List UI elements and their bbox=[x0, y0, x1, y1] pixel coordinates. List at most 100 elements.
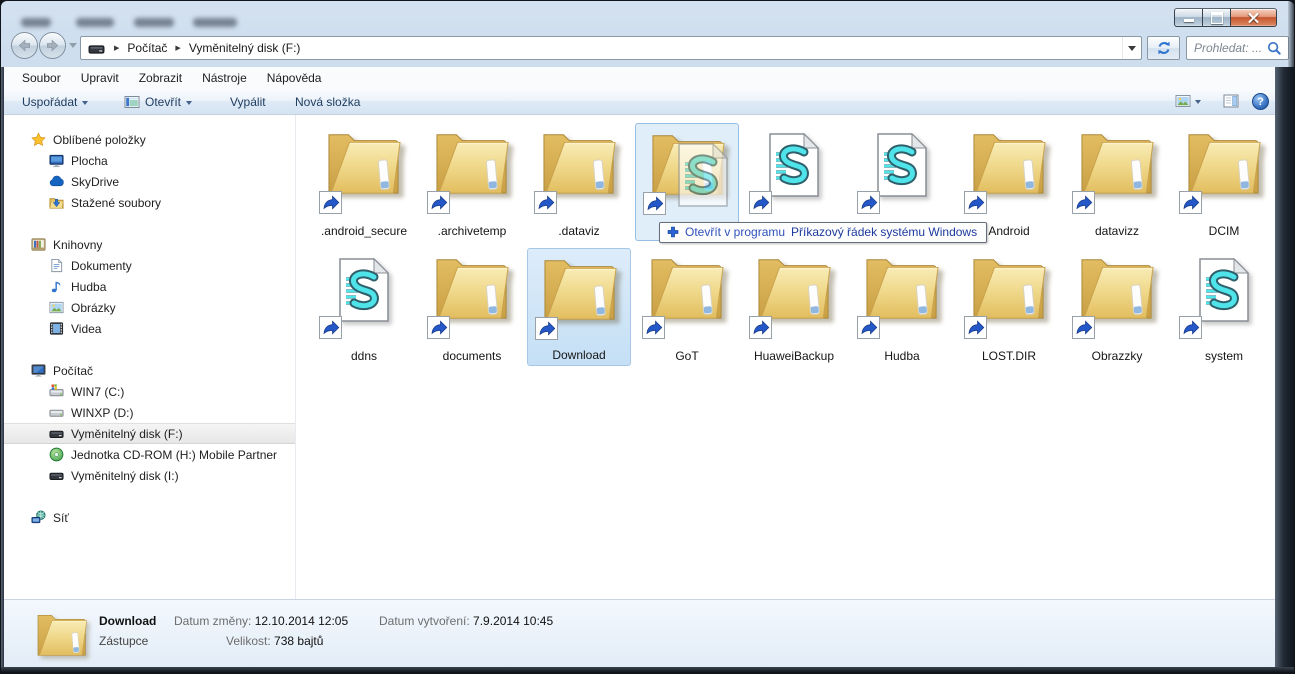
close-icon bbox=[1248, 12, 1259, 23]
plus-icon bbox=[667, 226, 679, 238]
menu-napoveda[interactable]: Nápověda bbox=[257, 68, 332, 88]
minimize-button[interactable] bbox=[1174, 8, 1203, 27]
shortcut-arrow-icon bbox=[1072, 191, 1095, 214]
explorer-window: ▶ Počítač ▶ Vyměnitelný disk (F:) Soubor… bbox=[0, 0, 1295, 674]
sidebar-item-label: Dokumenty bbox=[71, 258, 132, 273]
titlebar-ghost-text bbox=[193, 18, 237, 27]
file-item-label: .dataviz bbox=[558, 224, 600, 238]
address-bar[interactable]: ▶ Počítač ▶ Vyměnitelný disk (F:) bbox=[80, 36, 1142, 60]
address-history-dropdown[interactable] bbox=[1122, 37, 1141, 59]
file-item-dataviz[interactable]: .dataviz bbox=[527, 123, 631, 241]
new-folder-button[interactable]: Nová složka bbox=[287, 92, 368, 112]
sidebar-item-label: Plocha bbox=[71, 153, 108, 168]
file-item-label: Download bbox=[552, 348, 606, 362]
file-list[interactable]: Otevřít v programu Příkazový řádek systé… bbox=[297, 115, 1277, 599]
file-item-got[interactable]: GoT bbox=[635, 248, 739, 366]
sidebar-item-win7-c[interactable]: WIN7 (C:) bbox=[4, 381, 295, 402]
sidebar-item-skydrive[interactable]: SkyDrive bbox=[4, 171, 295, 192]
back-arrow-icon bbox=[17, 38, 32, 53]
sidebar-item-videa[interactable]: Videa bbox=[4, 318, 295, 339]
organize-button[interactable]: Uspořádat bbox=[14, 92, 96, 112]
titlebar-ghost-text bbox=[76, 18, 114, 27]
file-item-label: .archivetemp bbox=[437, 224, 507, 238]
breadcrumb-arrow-icon[interactable]: ▶ bbox=[107, 44, 126, 52]
menu-upravit[interactable]: Upravit bbox=[71, 68, 129, 88]
maximize-button[interactable] bbox=[1203, 8, 1231, 27]
close-button[interactable] bbox=[1231, 8, 1277, 27]
sidebar-item-label: Síť bbox=[53, 510, 69, 525]
file-item-documents[interactable]: documents bbox=[420, 248, 524, 366]
sidebar-item-vym-niteln-disk-i[interactable]: Vyměnitelný disk (I:) bbox=[4, 465, 295, 486]
breadcrumb-item-removable-disk[interactable]: Vyměnitelný disk (F:) bbox=[188, 41, 302, 55]
date-modified-value: 12.10.2014 12:05 bbox=[254, 614, 349, 628]
back-button[interactable] bbox=[11, 32, 38, 59]
details-file-type: Zástupce bbox=[99, 634, 149, 648]
open-button[interactable]: Otevřít bbox=[116, 92, 200, 112]
network-icon bbox=[31, 510, 46, 525]
file-item-ddns[interactable]: ddns bbox=[312, 248, 416, 366]
breadcrumb-arrow-icon[interactable]: ▶ bbox=[168, 44, 187, 52]
file-item-dcim[interactable]: DCIM bbox=[1172, 123, 1276, 241]
sidebar-item-label: SkyDrive bbox=[71, 174, 120, 189]
drive-icon bbox=[49, 405, 64, 420]
shortcut-arrow-icon bbox=[857, 191, 880, 214]
refresh-button[interactable] bbox=[1147, 36, 1180, 60]
file-item-hudba[interactable]: Hudba bbox=[850, 248, 954, 366]
folder-icon bbox=[753, 250, 835, 324]
titlebar-ghost-text bbox=[134, 18, 174, 27]
sidebar-item-po-ta[interactable]: Počítač bbox=[4, 360, 295, 381]
search-icon[interactable] bbox=[1267, 41, 1282, 56]
sidebar-item-dokumenty[interactable]: Dokumenty bbox=[4, 255, 295, 276]
date-created-label: Datum vytvoření: bbox=[379, 614, 470, 628]
file-item-label: Obrazzky bbox=[1091, 349, 1143, 363]
computer-icon bbox=[31, 363, 46, 378]
menu-nastroje[interactable]: Nástroje bbox=[192, 68, 257, 88]
sidebar-item-s[interactable]: Síť bbox=[4, 507, 295, 528]
details-size: Velikost: 738 bajtů bbox=[226, 634, 323, 648]
sidebar-item-obl-ben-polo-ky[interactable]: Oblíbené položky bbox=[4, 129, 295, 150]
shortcut-arrow-icon bbox=[643, 192, 666, 215]
sidebar-item-sta-en-soubory[interactable]: Stažené soubory bbox=[4, 192, 295, 213]
new-folder-label: Nová složka bbox=[295, 95, 361, 109]
shortcut-arrow-icon bbox=[534, 191, 557, 214]
search-input[interactable] bbox=[1187, 41, 1267, 55]
chevron-down-icon bbox=[186, 101, 193, 105]
file-item-lost-dir[interactable]: LOST.DIR bbox=[957, 248, 1061, 366]
folder-icon bbox=[968, 125, 1050, 199]
file-item-huaweibackup[interactable]: HuaweiBackup bbox=[742, 248, 846, 366]
shortcut-arrow-icon bbox=[535, 317, 558, 340]
sidebar-item-label: Počítač bbox=[53, 363, 94, 378]
breadcrumb-item-computer[interactable]: Počítač bbox=[126, 41, 168, 55]
recent-pages-dropdown[interactable] bbox=[69, 43, 77, 48]
file-item-system[interactable]: system bbox=[1172, 248, 1276, 366]
shortcut-arrow-icon bbox=[319, 316, 342, 339]
forward-button[interactable] bbox=[39, 32, 66, 59]
file-item-archivetemp[interactable]: .archivetemp bbox=[420, 123, 524, 241]
sidebar-item-knihovny[interactable]: Knihovny bbox=[4, 234, 295, 255]
skydrive-icon bbox=[49, 174, 64, 189]
sidebar-item-winxp-d[interactable]: WINXP (D:) bbox=[4, 402, 295, 423]
file-item-download[interactable]: Download bbox=[527, 248, 631, 366]
sidebar-item-plocha[interactable]: Plocha bbox=[4, 150, 295, 171]
titlebar[interactable] bbox=[1, 1, 1294, 29]
window-border bbox=[1, 667, 1294, 673]
sidebar-item-vym-niteln-disk-f[interactable]: Vyměnitelný disk (F:) bbox=[4, 423, 295, 444]
sidebar-item-obr-zky[interactable]: Obrázky bbox=[4, 297, 295, 318]
file-item-label: LOST.DIR bbox=[981, 349, 1036, 363]
sidebar-item-label: Vyměnitelný disk (I:) bbox=[71, 468, 179, 483]
help-button[interactable]: ? bbox=[1252, 93, 1269, 110]
chevron-down-icon bbox=[82, 101, 89, 105]
menu-zobrazit[interactable]: Zobrazit bbox=[129, 68, 192, 88]
burn-button[interactable]: Vypálit bbox=[222, 92, 274, 112]
file-item-android-secure[interactable]: .android_secure bbox=[312, 123, 416, 241]
file-item-datavizz[interactable]: datavizz bbox=[1065, 123, 1169, 241]
preview-pane-button[interactable] bbox=[1223, 93, 1239, 109]
sidebar-item-hudba[interactable]: Hudba bbox=[4, 276, 295, 297]
details-pane: Download Zástupce Datum změny: 12.10.201… bbox=[4, 599, 1277, 669]
views-button[interactable] bbox=[1175, 93, 1201, 109]
open-icon bbox=[124, 94, 140, 110]
file-item-obrazzky[interactable]: Obrazzky bbox=[1065, 248, 1169, 366]
sidebar-item-jednotka-cd-rom-h-mobile-partner[interactable]: Jednotka CD-ROM (H:) Mobile Partner bbox=[4, 444, 295, 465]
menu-soubor[interactable]: Soubor bbox=[12, 68, 71, 88]
search-box[interactable] bbox=[1186, 36, 1289, 60]
